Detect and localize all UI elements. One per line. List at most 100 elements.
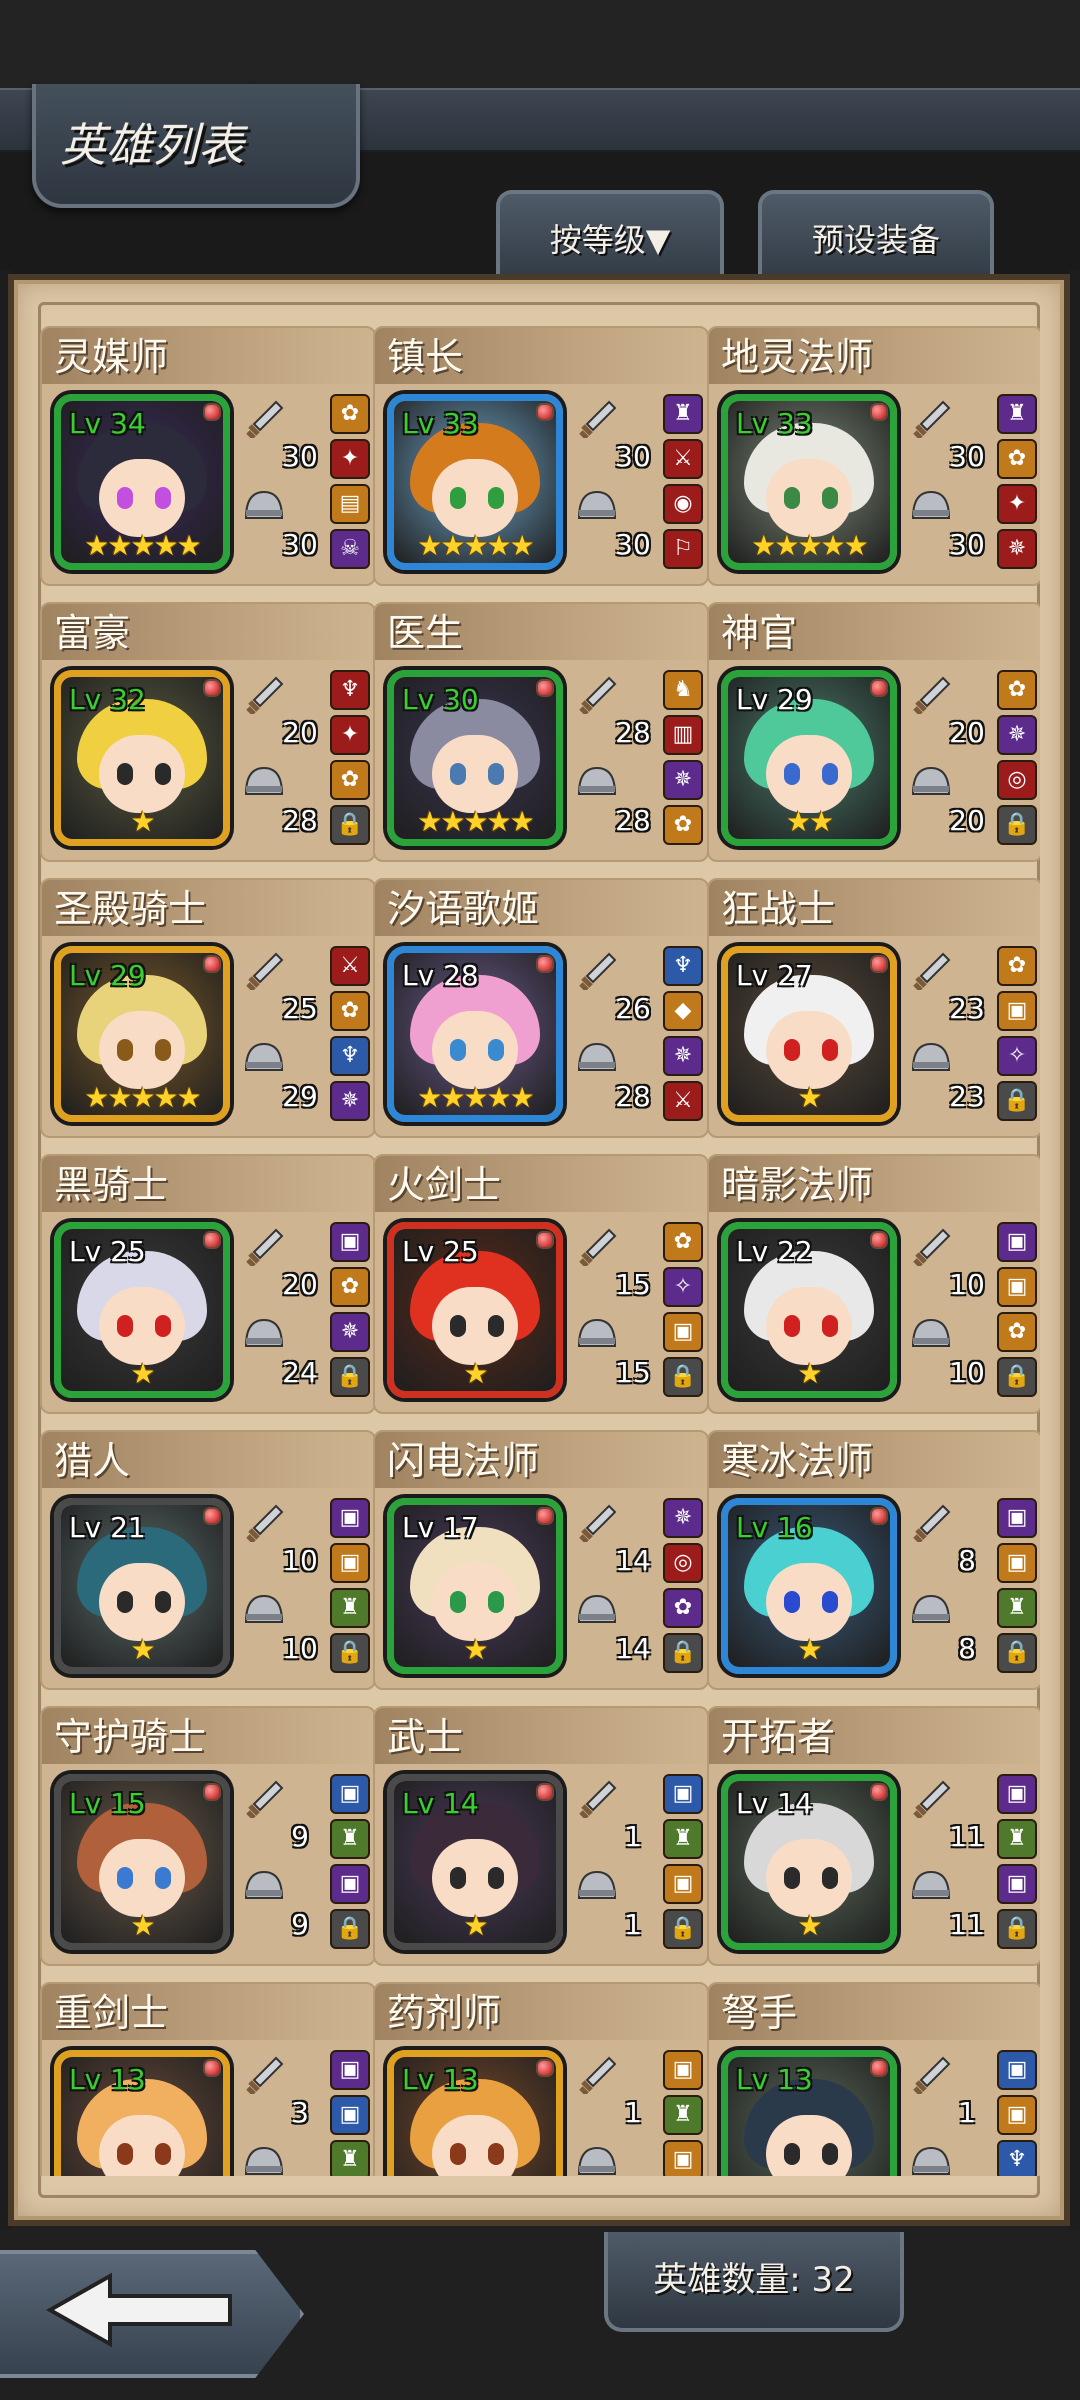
hero-portrait[interactable]: Lv 32 ★	[54, 670, 230, 846]
equipment-slot[interactable]: ♜	[663, 1819, 703, 1859]
equipment-slot[interactable]: ◆	[663, 991, 703, 1031]
equipment-slot[interactable]: ✧	[997, 1036, 1037, 1076]
hero-portrait[interactable]: Lv 29 ★★★★★	[54, 946, 230, 1122]
equipment-slot[interactable]: ▣	[663, 1312, 703, 1352]
hero-portrait[interactable]: Lv 25 ★	[387, 1222, 563, 1398]
equipment-slot[interactable]: ▣	[997, 1543, 1037, 1583]
hero-card[interactable]: 守护骑士 Lv 15 ★ 9 9 ▣ ♜ ▣ 🔒	[40, 1706, 376, 1966]
equipment-slot[interactable]: ♜	[663, 394, 703, 434]
hero-portrait[interactable]: Lv 34 ★★★★★	[54, 394, 230, 570]
equipment-slot[interactable]: ▣	[330, 2050, 370, 2090]
equipment-slot[interactable]: 🔒	[330, 1357, 370, 1397]
equipment-slot[interactable]: 🔒	[330, 1633, 370, 1673]
equipment-slot[interactable]: ▣	[330, 2095, 370, 2135]
equipment-slot[interactable]: ♜	[997, 394, 1037, 434]
equipment-slot[interactable]: ◎	[997, 760, 1037, 800]
hero-card[interactable]: 富豪 Lv 32 ★ 20 28 ♆ ✦ ✿ 🔒	[40, 602, 376, 862]
equipment-slot[interactable]: ▤	[330, 484, 370, 524]
equipment-slot[interactable]: ▣	[997, 1498, 1037, 1538]
equipment-slot[interactable]: ♜	[997, 1588, 1037, 1628]
hero-card[interactable]: 猎人 Lv 21 ★ 10 10 ▣ ▣ ♜ 🔒	[40, 1430, 376, 1690]
hero-portrait[interactable]: Lv 29 ★★	[721, 670, 897, 846]
hero-card[interactable]: 镇长 Lv 33 ★★★★★ 30 30 ♜ ⚔ ◉ ⚐	[373, 326, 709, 586]
hero-portrait[interactable]: Lv 14 ★	[387, 1774, 563, 1950]
hero-card[interactable]: 地灵法师 Lv 33 ★★★★★ 30 30 ♜ ✿ ✦ ✵	[707, 326, 1040, 586]
hero-portrait[interactable]: Lv 30 ★★★★★	[387, 670, 563, 846]
hero-card[interactable]: 狂战士 Lv 27 ★ 23 23 ✿ ▣ ✧ 🔒	[707, 878, 1040, 1138]
equipment-slot[interactable]: ◉	[663, 484, 703, 524]
equipment-slot[interactable]: ✿	[997, 946, 1037, 986]
equipment-slot[interactable]: ▣	[997, 2095, 1037, 2135]
equipment-slot[interactable]: ♆	[330, 670, 370, 710]
equipment-slot[interactable]: ⚐	[663, 529, 703, 569]
equipment-slot[interactable]: ▣	[663, 1864, 703, 1904]
hero-portrait[interactable]: Lv 16 ★	[721, 1498, 897, 1674]
equipment-slot[interactable]: 🔒	[663, 1633, 703, 1673]
hero-portrait[interactable]: Lv 33 ★★★★★	[721, 394, 897, 570]
equipment-slot[interactable]: ⚔	[663, 439, 703, 479]
equipment-slot[interactable]: ✿	[663, 805, 703, 845]
equipment-slot[interactable]: ♜	[330, 2140, 370, 2176]
equipment-slot[interactable]: ▣	[330, 1498, 370, 1538]
equipment-slot[interactable]: ✦	[330, 439, 370, 479]
equipment-slot[interactable]: ▣	[997, 1267, 1037, 1307]
hero-card[interactable]: 闪电法师 Lv 17 ★ 14 14 ✵ ◎ ✿ 🔒	[373, 1430, 709, 1690]
equipment-slot[interactable]: ✿	[997, 670, 1037, 710]
equipment-slot[interactable]: 🔒	[330, 1909, 370, 1949]
hero-card[interactable]: 火剑士 Lv 25 ★ 15 15 ✿ ✧ ▣ 🔒	[373, 1154, 709, 1414]
hero-portrait[interactable]: Lv 27 ★	[721, 946, 897, 1122]
hero-card[interactable]: 圣殿骑士 Lv 29 ★★★★★ 25 29 ⚔ ✿ ♆ ✵	[40, 878, 376, 1138]
equipment-slot[interactable]: ✿	[330, 760, 370, 800]
equipment-slot[interactable]: ▣	[330, 1774, 370, 1814]
equipment-slot[interactable]: ☠	[330, 529, 370, 569]
hero-portrait[interactable]: Lv 28 ★★★★★	[387, 946, 563, 1122]
equipment-slot[interactable]: ♆	[663, 946, 703, 986]
equipment-slot[interactable]: ▣	[330, 1222, 370, 1262]
equipment-slot[interactable]: ✵	[663, 1036, 703, 1076]
sort-by-level-button[interactable]: 按等级▼	[496, 190, 724, 286]
equipment-slot[interactable]: ✦	[330, 715, 370, 755]
equipment-slot[interactable]: 🔒	[997, 1357, 1037, 1397]
equipment-slot[interactable]: ✿	[997, 1312, 1037, 1352]
equipment-slot[interactable]: 🔒	[663, 1357, 703, 1397]
hero-portrait[interactable]: Lv 14 ★	[721, 1774, 897, 1950]
equipment-slot[interactable]: ⚔	[663, 1081, 703, 1121]
hero-card[interactable]: 医生 Lv 30 ★★★★★ 28 28 ♞ ▥ ✵ ✿	[373, 602, 709, 862]
hero-card[interactable]: 重剑士 Lv 13 3 ▣▣♜🔒	[40, 1982, 376, 2176]
back-arrow-icon[interactable]	[40, 2270, 240, 2350]
hero-portrait[interactable]: Lv 25 ★	[54, 1222, 230, 1398]
hero-card[interactable]: 暗影法师 Lv 22 ★ 10 10 ▣ ▣ ✿ 🔒	[707, 1154, 1040, 1414]
hero-card[interactable]: 汐语歌姬 Lv 28 ★★★★★ 26 28 ♆ ◆ ✵ ⚔	[373, 878, 709, 1138]
hero-portrait[interactable]: Lv 13	[387, 2050, 563, 2176]
equipment-slot[interactable]: 🔒	[997, 1909, 1037, 1949]
equipment-slot[interactable]: ♆	[330, 1036, 370, 1076]
equipment-slot[interactable]: ✵	[663, 1498, 703, 1538]
equipment-slot[interactable]: ♜	[663, 2095, 703, 2135]
equipment-slot[interactable]: ⚔	[330, 946, 370, 986]
equipment-slot[interactable]: ✿	[997, 439, 1037, 479]
hero-card[interactable]: 寒冰法师 Lv 16 ★ 8 8 ▣ ▣ ♜ 🔒	[707, 1430, 1040, 1690]
equipment-slot[interactable]: ♜	[330, 1819, 370, 1859]
equipment-slot[interactable]: ▣	[330, 1543, 370, 1583]
equipment-slot[interactable]: ▣	[997, 1774, 1037, 1814]
hero-card[interactable]: 开拓者 Lv 14 ★ 11 11 ▣ ♜ ▣ 🔒	[707, 1706, 1040, 1966]
equipment-slot[interactable]: ▣	[997, 991, 1037, 1031]
equipment-slot[interactable]: ▣	[997, 2050, 1037, 2090]
hero-portrait[interactable]: Lv 15 ★	[54, 1774, 230, 1950]
hero-portrait[interactable]: Lv 13	[721, 2050, 897, 2176]
equipment-slot[interactable]: 🔒	[997, 1081, 1037, 1121]
equipment-slot[interactable]: ✿	[330, 394, 370, 434]
equipment-slot[interactable]: ✿	[330, 991, 370, 1031]
equipment-slot[interactable]: ✿	[330, 1267, 370, 1307]
equipment-slot[interactable]: ▣	[997, 1222, 1037, 1262]
hero-portrait[interactable]: Lv 21 ★	[54, 1498, 230, 1674]
hero-card[interactable]: 神官 Lv 29 ★★ 20 20 ✿ ✵ ◎ 🔒	[707, 602, 1040, 862]
equipment-slot[interactable]: ♆	[997, 2140, 1037, 2176]
hero-card[interactable]: 弩手 Lv 13 1 ▣▣♆🔒	[707, 1982, 1040, 2176]
hero-portrait[interactable]: Lv 22 ★	[721, 1222, 897, 1398]
equipment-slot[interactable]: ◎	[663, 1543, 703, 1583]
equipment-slot[interactable]: ♜	[330, 1588, 370, 1628]
equipment-slot[interactable]: 🔒	[663, 1909, 703, 1949]
equipment-slot[interactable]: ▥	[663, 715, 703, 755]
equipment-slot[interactable]: ✵	[997, 715, 1037, 755]
